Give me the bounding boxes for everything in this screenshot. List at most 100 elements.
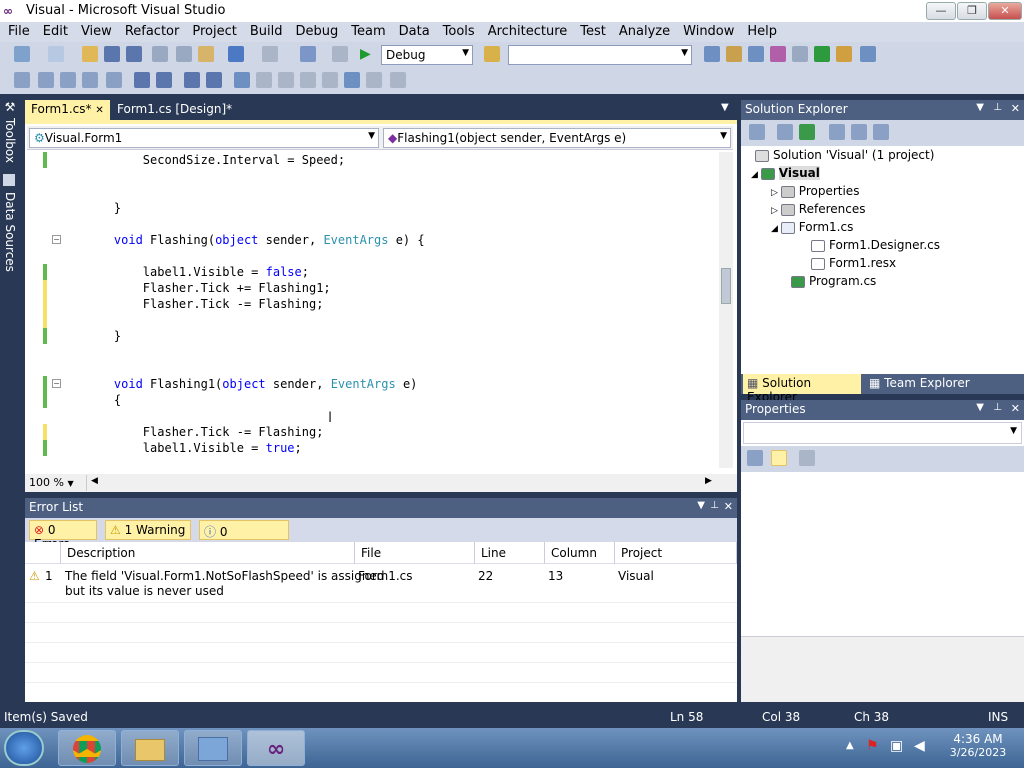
code-area[interactable]: SecondSize.Interval = Speed; } void Flas… <box>25 152 717 468</box>
menu-file[interactable]: File <box>0 22 35 42</box>
scroll-right-icon[interactable]: ▶ <box>705 476 712 486</box>
property-pages-icon[interactable] <box>799 450 815 466</box>
panel-menu-icon[interactable]: ▼ <box>976 402 984 413</box>
tree-item-references[interactable]: ▷ References <box>771 200 865 218</box>
parameter-info-icon[interactable] <box>38 72 54 88</box>
code-line[interactable]: } <box>85 200 121 216</box>
menu-window[interactable]: Window <box>675 22 739 42</box>
find-in-files-icon[interactable] <box>484 46 500 62</box>
control-panel-taskbar-button[interactable] <box>184 730 242 766</box>
tree-item-designer[interactable]: Form1.Designer.cs <box>811 236 940 254</box>
next-bookmark-icon[interactable] <box>278 72 294 88</box>
col-icon[interactable] <box>25 542 61 564</box>
undo-icon[interactable] <box>228 46 244 62</box>
visual-studio-taskbar-button[interactable]: ∞ <box>247 730 305 766</box>
tree-item-properties[interactable]: ▷ Properties <box>771 182 859 200</box>
tools-icon[interactable] <box>792 46 808 62</box>
new-project-icon[interactable] <box>14 46 30 62</box>
errors-filter-button[interactable]: ⊗ 0 Errors <box>29 520 97 551</box>
show-all-files-icon[interactable] <box>777 124 793 140</box>
data-sources-tab[interactable]: Data Sources <box>3 192 17 272</box>
class-diagram-icon[interactable] <box>873 124 889 140</box>
tab-form1-cs[interactable]: Form1.cs* ✕ <box>25 100 110 120</box>
network-icon[interactable]: ▣ <box>890 738 903 754</box>
tab-team-explorer[interactable]: ▦ Team Explorer <box>865 374 985 394</box>
panel-menu-icon[interactable]: ▼ <box>976 102 984 113</box>
open-file-icon[interactable] <box>82 46 98 62</box>
minimize-button[interactable]: — <box>926 2 956 20</box>
code-line[interactable]: Flasher.Tick -= Flashing; <box>85 296 324 312</box>
increase-indent-icon[interactable] <box>156 72 172 88</box>
quick-info-icon[interactable] <box>60 72 76 88</box>
menu-test[interactable]: Test <box>572 22 611 42</box>
messages-filter-button[interactable]: ⓘ 0 Messages <box>199 520 289 554</box>
tree-item-solution[interactable]: Solution 'Visual' (1 project) <box>755 146 934 164</box>
menu-build[interactable]: Build <box>242 22 288 42</box>
maximize-button[interactable]: ❐ <box>957 2 987 20</box>
cut-icon[interactable] <box>152 46 168 62</box>
code-line[interactable]: } <box>85 328 121 344</box>
menu-analyze[interactable]: Analyze <box>611 22 675 42</box>
volume-icon[interactable]: ◀ <box>914 738 925 754</box>
decrease-indent-icon[interactable] <box>134 72 150 88</box>
close-button[interactable]: ✕ <box>988 2 1022 20</box>
action-center-icon[interactable]: ⚑ <box>866 738 879 754</box>
tree-item-program[interactable]: Program.cs <box>791 272 876 290</box>
start-button[interactable] <box>4 730 44 766</box>
col-description[interactable]: Description <box>61 542 355 564</box>
object-browser-icon[interactable] <box>748 46 764 62</box>
menu-data[interactable]: Data <box>391 22 435 42</box>
code-editor[interactable]: ⚙Visual.Form1 ▼ ◆Flashing1(object sender,… <box>25 120 737 492</box>
menu-architecture[interactable]: Architecture <box>480 22 573 42</box>
uncomment-icon[interactable] <box>206 72 222 88</box>
types-dropdown[interactable]: ⚙Visual.Form1 ▼ <box>29 128 379 148</box>
redo-icon[interactable] <box>262 46 278 62</box>
panel-close-icon[interactable]: ✕ <box>1011 102 1020 115</box>
zoom-level[interactable]: 100 % ▼ <box>27 475 87 491</box>
panel-close-icon[interactable]: ✕ <box>724 500 733 513</box>
solution-config-dropdown[interactable]: Debug ▼ <box>381 45 473 65</box>
categorized-icon[interactable] <box>747 450 763 466</box>
toolbox-tab[interactable]: Toolbox <box>3 118 17 163</box>
code-line[interactable]: SecondSize.Interval = Speed; <box>85 152 345 168</box>
navigate-backward-icon[interactable] <box>300 46 316 62</box>
clear-bookmarks-icon[interactable] <box>366 72 382 88</box>
refresh-icon[interactable] <box>799 124 815 140</box>
tab-solution-explorer[interactable]: ▦ Solution Explorer <box>743 374 861 404</box>
code-line[interactable]: void Flashing(object sender, EventArgs e… <box>85 232 425 248</box>
word-completion-icon[interactable] <box>82 72 98 88</box>
code-line[interactable]: label1.Visible = true; <box>85 440 302 456</box>
menu-edit[interactable]: Edit <box>35 22 73 42</box>
toggle-bookmark-icon[interactable] <box>234 72 250 88</box>
tree-item-form1[interactable]: ◢ Form1.cs <box>771 218 853 236</box>
code-line[interactable]: { <box>85 392 121 408</box>
explorer-taskbar-button[interactable] <box>121 730 179 766</box>
format-icon[interactable] <box>106 72 122 88</box>
start-page-icon[interactable] <box>814 46 830 62</box>
tab-list-dropdown-icon[interactable]: ▼ <box>721 102 729 113</box>
chrome-taskbar-button[interactable] <box>58 730 116 766</box>
col-column[interactable]: Column <box>545 542 615 564</box>
pin-icon[interactable]: ⊥ <box>710 500 719 511</box>
panel-close-icon[interactable]: ✕ <box>1011 402 1020 415</box>
menu-view[interactable]: View <box>73 22 117 42</box>
col-line[interactable]: Line <box>475 542 545 564</box>
alphabetical-icon[interactable] <box>771 450 787 466</box>
view-code-icon[interactable] <box>829 124 845 140</box>
start-debugging-icon[interactable]: ▶ <box>360 46 371 62</box>
bookmark-folder-icon[interactable] <box>300 72 316 88</box>
command-window-icon[interactable] <box>860 46 876 62</box>
tree-item-resx[interactable]: Form1.resx <box>811 254 896 272</box>
menu-team[interactable]: Team <box>343 22 390 42</box>
col-file[interactable]: File <box>355 542 475 564</box>
code-line[interactable]: Flasher.Tick += Flashing1; <box>85 280 331 296</box>
vertical-scrollbar[interactable] <box>719 152 733 468</box>
comment-out-icon[interactable] <box>184 72 200 88</box>
tree-item-project[interactable]: ◢ Visual <box>751 164 820 182</box>
tab-form1-design[interactable]: Form1.cs [Design]* <box>111 100 251 120</box>
scroll-left-icon[interactable]: ◀ <box>91 476 98 486</box>
save-all-icon[interactable] <box>126 46 142 62</box>
toolbox-icon[interactable] <box>770 46 786 62</box>
table-row[interactable]: ⚠ 1 The field 'Visual.Form1.NotSoFlashSp… <box>25 564 737 602</box>
toolbar-options-icon[interactable] <box>390 72 406 88</box>
